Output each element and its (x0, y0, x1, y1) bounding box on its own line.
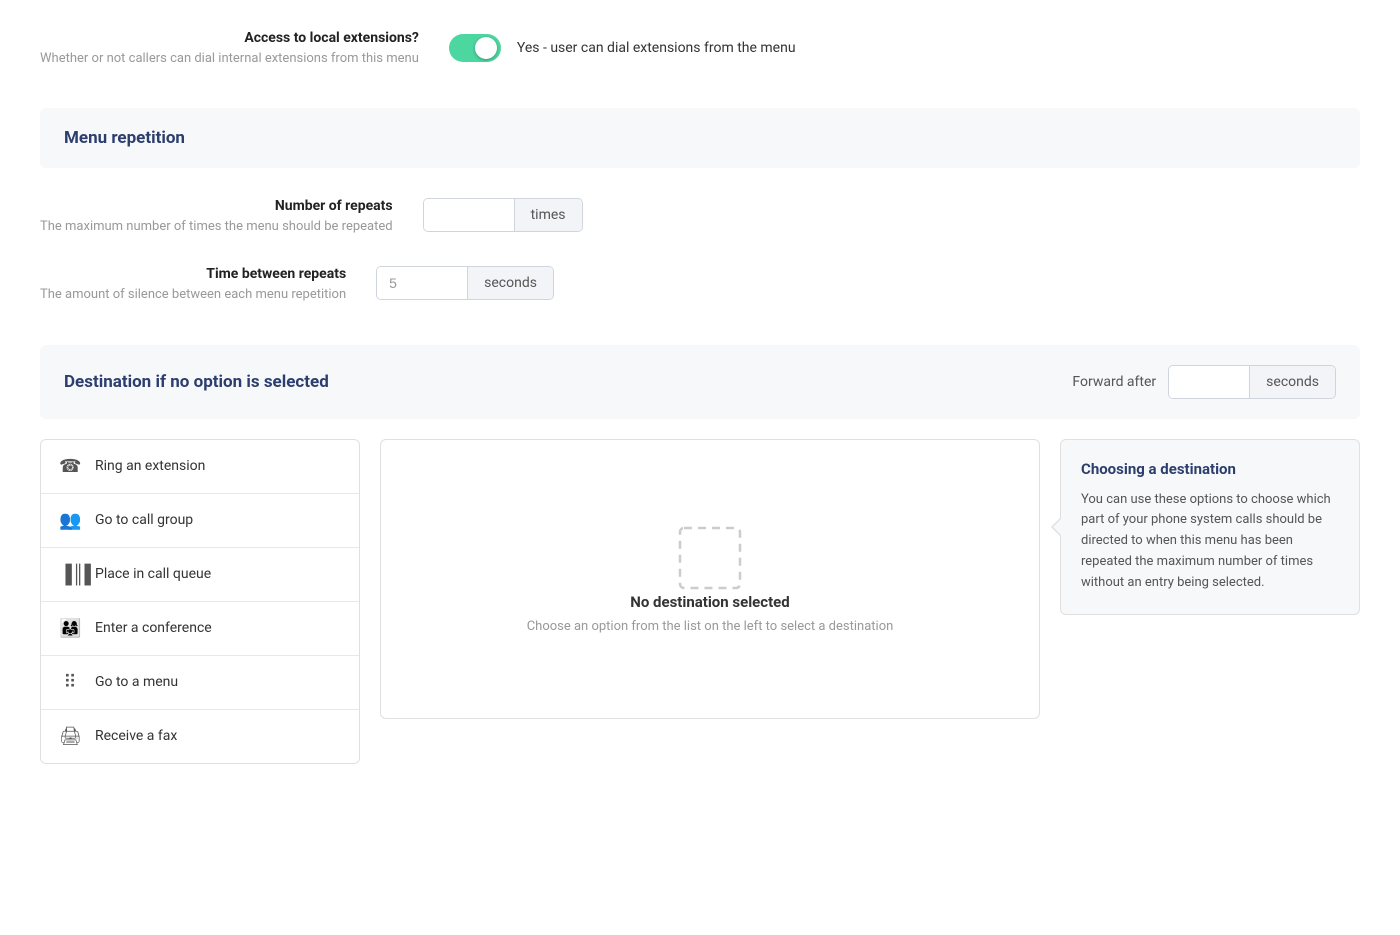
access-toggle[interactable] (449, 34, 501, 62)
repeats-input-group: times (423, 198, 583, 232)
time-input-group: seconds (376, 266, 554, 300)
option-ring-extension-label: Ring an extension (95, 458, 205, 474)
repeats-suffix: times (514, 199, 582, 231)
access-description: Whether or not callers can dial internal… (40, 50, 419, 68)
options-list: ☎ Ring an extension 👥 Go to call group ▐… (40, 439, 360, 764)
phone-icon: ☎ (59, 456, 81, 477)
repeats-input[interactable] (424, 199, 514, 231)
repeats-description: The maximum number of times the menu sho… (40, 218, 393, 236)
option-call-queue-label: Place in call queue (95, 566, 211, 582)
option-menu-label: Go to a menu (95, 674, 178, 690)
menu-icon: ⠿ (59, 672, 81, 693)
queue-icon: ▐║▌ (59, 564, 81, 585)
conference-icon: 👨‍👩‍👧 (59, 618, 81, 639)
option-fax[interactable]: 🖨 Receive a fax (41, 710, 359, 763)
time-between-repeats-row: Time between repeats The amount of silen… (40, 266, 1360, 304)
option-call-queue[interactable]: ▐║▌ Place in call queue (41, 548, 359, 602)
time-description: The amount of silence between each menu … (40, 286, 346, 304)
forward-after-suffix: seconds (1249, 366, 1335, 398)
toggle-row: Yes - user can dial extensions from the … (449, 34, 796, 62)
option-fax-label: Receive a fax (95, 728, 177, 744)
forward-after-input-group: seconds (1168, 365, 1336, 399)
forward-after-input[interactable] (1169, 366, 1249, 398)
fax-icon: 🖨 (59, 726, 81, 747)
info-box: Choosing a destination You can use these… (1060, 439, 1360, 615)
option-menu[interactable]: ⠿ Go to a menu (41, 656, 359, 710)
option-call-group-label: Go to call group (95, 512, 193, 528)
destination-panel: Destination if no option is selected For… (40, 345, 1360, 419)
time-label: Time between repeats (40, 266, 346, 282)
access-section: Access to local extensions? Whether or n… (40, 30, 1360, 68)
forward-after-label: Forward after (1072, 374, 1156, 390)
destination-title: Destination if no option is selected (64, 372, 329, 392)
info-box-title: Choosing a destination (1081, 460, 1339, 478)
repeats-label-group: Number of repeats The maximum number of … (40, 198, 393, 236)
access-title: Access to local extensions? (40, 30, 419, 46)
repeats-label: Number of repeats (40, 198, 393, 214)
toggle-label-text: Yes - user can dial extensions from the … (517, 40, 796, 56)
menu-repetition-panel: Menu repetition (40, 108, 1360, 168)
time-input[interactable] (377, 267, 467, 299)
group-icon: 👥 (59, 510, 81, 531)
option-conference-label: Enter a conference (95, 620, 212, 636)
option-conference[interactable]: 👨‍👩‍👧 Enter a conference (41, 602, 359, 656)
no-destination-subtitle: Choose an option from the list on the le… (527, 619, 894, 634)
bottom-layout: ☎ Ring an extension 👥 Go to call group ▐… (40, 439, 1360, 764)
number-of-repeats-row: Number of repeats The maximum number of … (40, 198, 1360, 236)
empty-state-icon (675, 523, 745, 593)
option-call-group[interactable]: 👥 Go to call group (41, 494, 359, 548)
info-box-text: You can use these options to choose whic… (1081, 490, 1339, 594)
time-suffix: seconds (467, 267, 553, 299)
content-area: No destination selected Choose an option… (380, 439, 1040, 719)
menu-repetition-title: Menu repetition (64, 128, 1336, 148)
forward-after-group: Forward after seconds (1072, 365, 1336, 399)
no-destination-title: No destination selected (630, 593, 789, 611)
time-label-group: Time between repeats The amount of silen… (40, 266, 346, 304)
option-ring-extension[interactable]: ☎ Ring an extension (41, 440, 359, 494)
toggle-thumb (475, 37, 497, 59)
access-label-group: Access to local extensions? Whether or n… (40, 30, 419, 68)
